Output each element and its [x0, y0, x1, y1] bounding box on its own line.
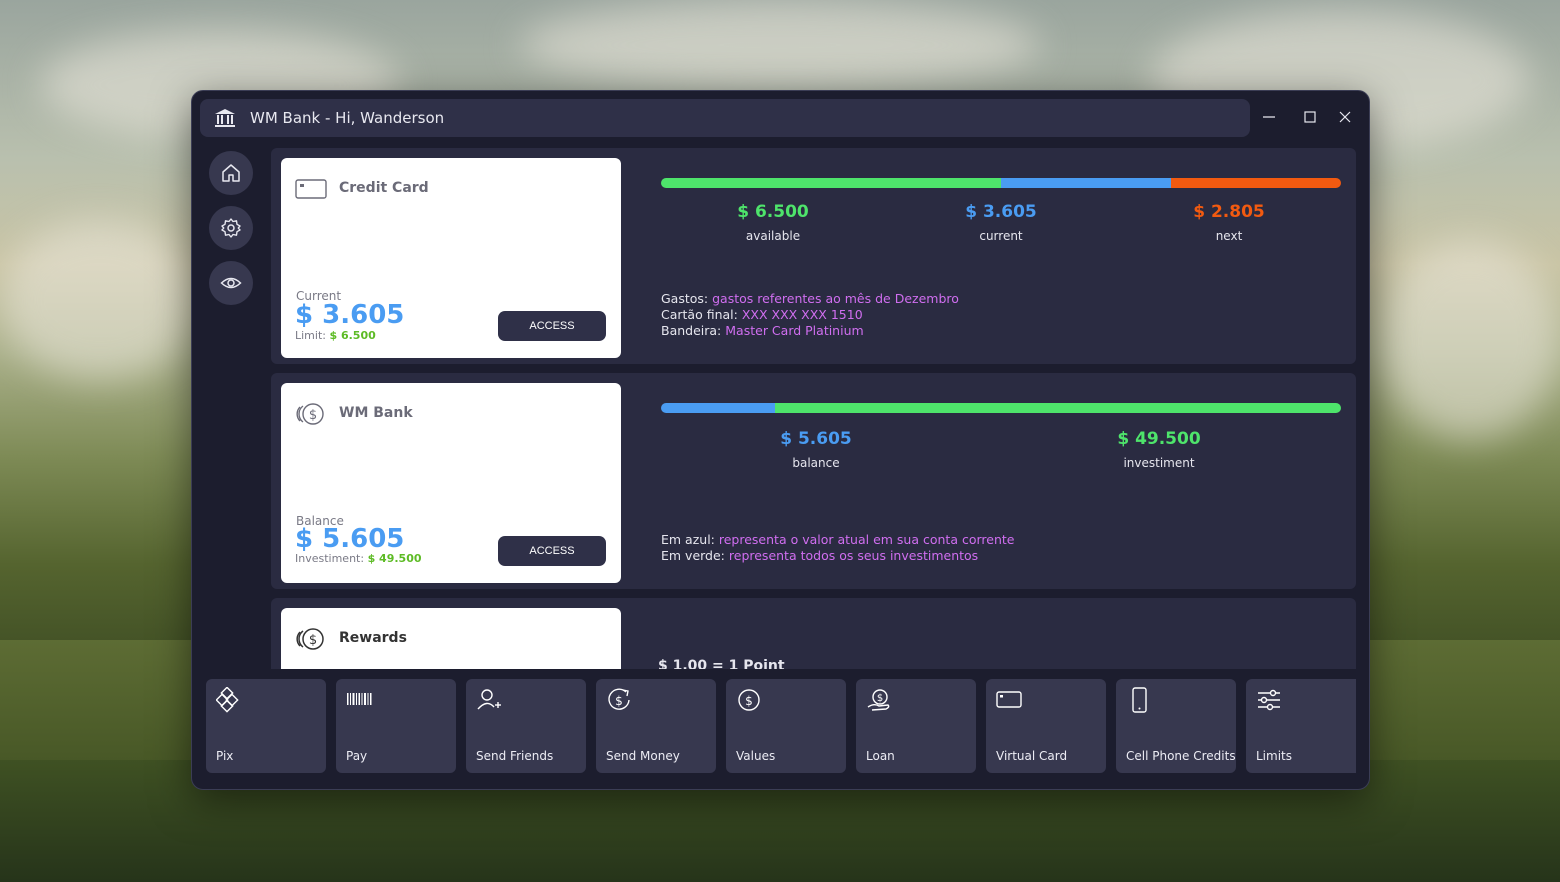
action-values[interactable]: $ Values — [726, 679, 846, 773]
bank-panel: $ WM Bank Balance $ 5.605 Investiment: $… — [271, 373, 1356, 589]
balance-investment-bar — [661, 403, 1341, 413]
current-stat-label: current — [979, 229, 1023, 243]
svg-text:$: $ — [309, 408, 317, 423]
current-stat-value: $ 3.605 — [965, 202, 1037, 222]
action-virtual-card-label: Virtual Card — [996, 749, 1068, 763]
svg-text:$: $ — [877, 693, 883, 704]
sidebar-item-settings[interactable] — [209, 206, 253, 250]
action-cell-phone-credits-label: Cell Phone Credits — [1126, 749, 1236, 763]
action-values-label: Values — [736, 749, 776, 763]
action-loan-label: Loan — [866, 749, 895, 763]
quick-actions-bar: Pix Pay Send Friends $ Send Money $ Valu… — [206, 679, 1356, 775]
bank-summary: $ WM Bank Balance $ 5.605 Investiment: $… — [281, 383, 621, 583]
values-icon: $ — [738, 689, 760, 711]
sidebar-item-visibility[interactable] — [209, 261, 253, 305]
send-money-icon: $ — [608, 688, 630, 710]
info-line-gastos: Gastos: gastos referentes ao mês de Deze… — [661, 291, 959, 306]
window-title: WM Bank - Hi, Wanderson — [250, 109, 445, 127]
credit-card-title: Credit Card — [339, 180, 429, 196]
sliders-icon — [1258, 689, 1280, 711]
credit-usage-bar — [661, 178, 1341, 188]
bank-access-button[interactable]: ACCESS — [498, 536, 606, 566]
credit-card-icon — [295, 179, 327, 199]
action-limits[interactable]: Limits — [1246, 679, 1356, 773]
credit-bar-segment-1 — [1001, 178, 1171, 188]
balance-value: $ 5.605 — [295, 524, 405, 554]
coins-icon: $ — [296, 403, 324, 425]
rewards-title: Rewards — [339, 630, 407, 646]
investment-stat-label: investiment — [1123, 456, 1195, 470]
available-label: available — [745, 229, 801, 243]
app-window: WM Bank - Hi, Wanderson Credit Card Curr… — [191, 90, 1370, 790]
bank-icon — [214, 107, 236, 129]
investment-value: $ 49.500 — [367, 552, 422, 565]
credit-bar-segment-0 — [661, 178, 1001, 188]
bank-info: Em azul: representa o valor atual em sua… — [661, 532, 1014, 564]
action-cell-phone-credits[interactable]: Cell Phone Credits — [1116, 679, 1236, 773]
action-loan[interactable]: $ Loan — [856, 679, 976, 773]
loan-icon: $ — [867, 689, 890, 711]
close-button[interactable] — [1333, 105, 1357, 129]
bank-bar-segment-1 — [775, 403, 1341, 413]
bank-bar-segment-0 — [661, 403, 776, 413]
home-icon — [222, 164, 240, 182]
add-user-icon — [477, 689, 501, 710]
credit-card-summary: Credit Card Current $ 3.605 Limit: $ 6.5… — [281, 158, 621, 358]
rewards-panel: $ Rewards $ 1,00 = 1 Point — [271, 598, 1356, 669]
limit-text: Limit: $ 6.500 — [295, 329, 376, 342]
action-pix-label: Pix — [216, 749, 234, 763]
title-bar[interactable]: WM Bank - Hi, Wanderson — [200, 99, 1250, 137]
credit-card-info: Gastos: gastos referentes ao mês de Deze… — [661, 291, 959, 339]
action-virtual-card[interactable]: Virtual Card — [986, 679, 1106, 773]
sidebar-item-home[interactable] — [209, 151, 253, 195]
balance-stat-label: balance — [792, 456, 840, 470]
pix-icon — [216, 687, 239, 713]
action-pay-label: Pay — [346, 749, 368, 763]
action-send-money[interactable]: $ Send Money — [596, 679, 716, 773]
rewards-coins-icon: $ — [296, 628, 324, 650]
content-area[interactable]: Credit Card Current $ 3.605 Limit: $ 6.5… — [271, 148, 1356, 669]
next-value: $ 2.805 — [1193, 202, 1265, 222]
svg-text:$: $ — [745, 694, 753, 708]
credit-bar-segment-2 — [1171, 178, 1341, 188]
action-send-friends-label: Send Friends — [476, 749, 554, 763]
info-line-cartao: Cartão final: XXX XXX XXX 1510 — [661, 307, 863, 322]
minimize-button[interactable] — [1257, 105, 1281, 129]
limit-value: $ 6.500 — [329, 329, 376, 342]
info-line-verde: Em verde: representa todos os seus inves… — [661, 548, 979, 563]
next-label: next — [1215, 229, 1243, 243]
maximize-button[interactable] — [1298, 105, 1322, 129]
investment-text: Investiment: $ 49.500 — [295, 552, 422, 565]
investment-label: Investiment: — [295, 552, 365, 565]
investment-stat-value: $ 49.500 — [1117, 429, 1201, 449]
available-value: $ 6.500 — [737, 202, 809, 222]
rewards-rate: $ 1,00 = 1 Point — [658, 658, 785, 669]
current-value: $ 3.605 — [295, 300, 405, 330]
action-pix[interactable]: Pix — [206, 679, 326, 773]
action-pay[interactable]: Pay — [336, 679, 456, 773]
action-send-friends[interactable]: Send Friends — [466, 679, 586, 773]
svg-text:$: $ — [615, 694, 623, 708]
rewards-summary: $ Rewards — [281, 608, 621, 669]
gear-icon — [221, 218, 241, 238]
eye-icon — [220, 277, 242, 289]
barcode-icon — [347, 693, 372, 705]
credit-card-access-button[interactable]: ACCESS — [498, 311, 606, 341]
card-icon — [996, 691, 1022, 708]
limit-label: Limit: — [295, 329, 326, 342]
info-line-azul: Em azul: representa o valor atual em sua… — [661, 532, 1015, 547]
action-limits-label: Limits — [1256, 749, 1292, 763]
phone-icon — [1132, 687, 1147, 713]
action-send-money-label: Send Money — [606, 749, 680, 763]
balance-stat-value: $ 5.605 — [780, 429, 852, 449]
bank-title: WM Bank — [339, 405, 413, 421]
svg-text:$: $ — [309, 633, 317, 648]
info-line-bandeira: Bandeira: Master Card Platinium — [661, 323, 864, 338]
credit-card-panel: Credit Card Current $ 3.605 Limit: $ 6.5… — [271, 148, 1356, 364]
